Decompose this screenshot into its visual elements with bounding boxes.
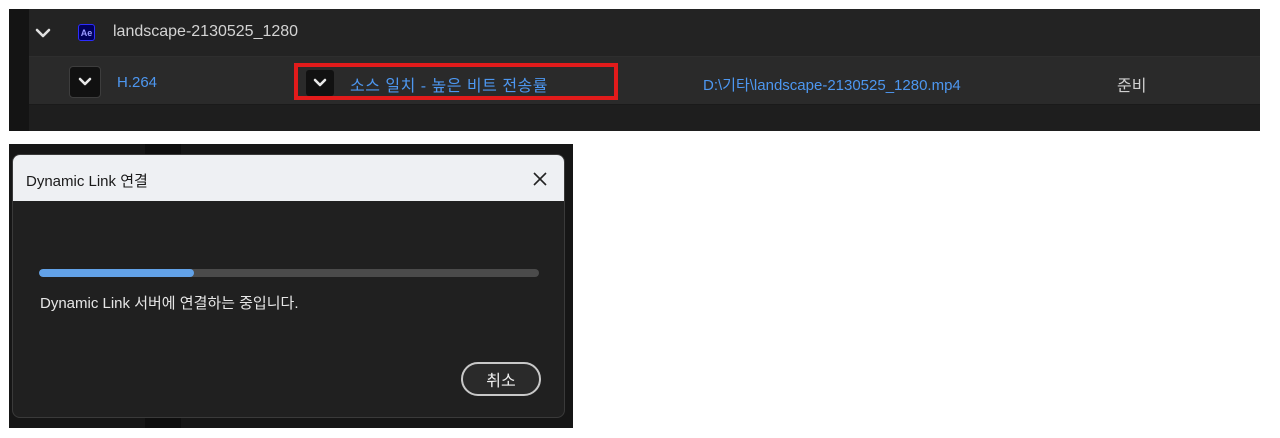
preset-link[interactable]: 소스 일치 - 높은 비트 전송률 bbox=[350, 72, 548, 96]
chevron-down-icon bbox=[313, 78, 327, 87]
render-queue-panel: Ae landscape-2130525_1280 H.264 소스 일치 - … bbox=[9, 9, 1260, 131]
output-path-link[interactable]: D:\기타\landscape-2130525_1280.mp4 bbox=[703, 74, 961, 95]
chevron-down-icon[interactable] bbox=[33, 24, 53, 42]
panel-left-strip bbox=[9, 9, 29, 131]
format-dropdown-button[interactable] bbox=[69, 66, 101, 98]
status-label: 준비 bbox=[1117, 78, 1147, 95]
after-effects-icon: Ae bbox=[78, 24, 95, 41]
dialog-titlebar: Dynamic Link 연결 bbox=[13, 155, 564, 201]
progress-bar bbox=[39, 269, 539, 277]
cancel-button[interactable]: 취소 bbox=[461, 362, 541, 396]
close-button[interactable] bbox=[528, 167, 552, 191]
composition-name: landscape-2130525_1280 bbox=[113, 23, 299, 40]
progress-message: Dynamic Link 서버에 연결하는 중입니다. bbox=[40, 295, 299, 312]
composition-row[interactable]: Ae landscape-2130525_1280 bbox=[29, 9, 1260, 57]
preset-dropdown-button[interactable] bbox=[306, 70, 334, 96]
progress-fill bbox=[39, 269, 194, 277]
preset-highlight-box: 소스 일치 - 높은 비트 전송률 bbox=[294, 63, 618, 100]
close-icon bbox=[533, 172, 547, 186]
output-module-row: H.264 소스 일치 - 높은 비트 전송률 D:\기타\landscape-… bbox=[29, 57, 1260, 105]
dynamic-link-dialog: Dynamic Link 연결 Dynamic Link 서버에 연결하는 중입… bbox=[12, 154, 565, 418]
row-divider bbox=[29, 104, 1260, 105]
chevron-down-icon bbox=[78, 77, 92, 86]
dialog-title: Dynamic Link 연결 bbox=[26, 173, 148, 190]
format-link[interactable]: H.264 bbox=[117, 74, 157, 91]
